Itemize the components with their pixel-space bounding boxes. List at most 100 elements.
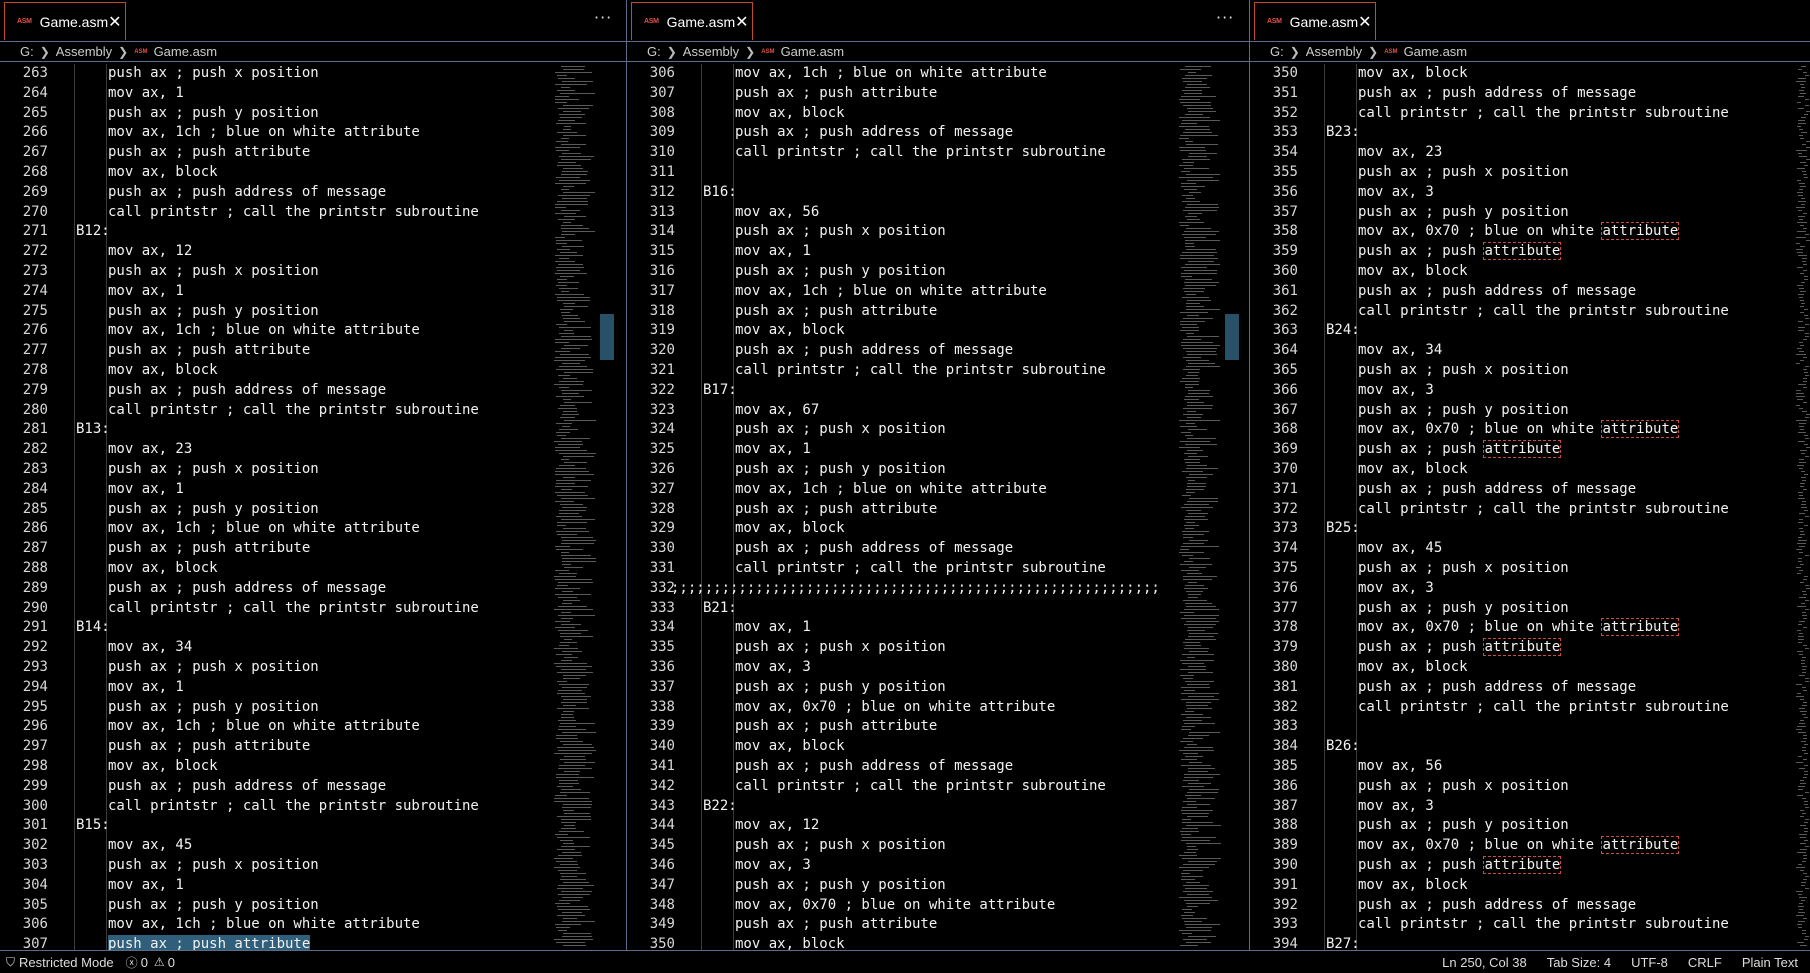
code-line[interactable]: 272 mov ax, 12 — [0, 242, 554, 262]
minimap[interactable] — [1794, 64, 1810, 950]
code-line[interactable]: 393 call printstr ; call the printstr sub… — [1250, 915, 1800, 935]
code-line[interactable]: 360 mov ax, block — [1250, 262, 1800, 282]
code-line[interactable]: 306 mov ax, 1ch ; blue on white attribute — [0, 915, 554, 935]
code-line[interactable]: 318 push ax ; push attribute — [627, 302, 1177, 322]
more-actions-icon[interactable]: ··· — [594, 8, 612, 27]
code-line[interactable]: 282 mov ax, 23 — [0, 440, 554, 460]
code-line[interactable]: 299 push ax ; push address of message — [0, 777, 554, 797]
problems-indicator[interactable]: ⓧ 0 ⚠ 0 — [126, 954, 175, 971]
code-line[interactable]: 297 push ax ; push attribute — [0, 737, 554, 757]
code-line[interactable]: 281 B13: — [0, 420, 554, 440]
code-line[interactable]: 367 push ax ; push y position — [1250, 401, 1800, 421]
code-line[interactable]: 333 B21: — [627, 599, 1177, 619]
code-line[interactable]: 375 push ax ; push x position — [1250, 559, 1800, 579]
code-line[interactable]: 381 push ax ; push address of message — [1250, 678, 1800, 698]
code-line[interactable]: 300 call printstr ; call the printstr sub… — [0, 797, 554, 817]
code-line[interactable]: 340 mov ax, block — [627, 737, 1177, 757]
code-line[interactable]: 273 push ax ; push x position — [0, 262, 554, 282]
code-line[interactable]: 389 mov ax, 0x70 ; blue on white attribut… — [1250, 836, 1800, 856]
code-line[interactable]: 286 mov ax, 1ch ; blue on white attribute — [0, 519, 554, 539]
code-line[interactable]: 357 push ax ; push y position — [1250, 203, 1800, 223]
breadcrumb-drive[interactable]: G: — [1270, 44, 1284, 59]
scrollbar-thumb[interactable] — [1225, 314, 1239, 360]
code-line[interactable]: 373 B25: — [1250, 519, 1800, 539]
code-line[interactable]: 346 mov ax, 3 — [627, 856, 1177, 876]
code-line[interactable]: 334 mov ax, 1 — [627, 618, 1177, 638]
close-icon[interactable]: ✕ — [108, 12, 121, 32]
code-editor[interactable]: 306 mov ax, 1ch ; blue on white attribute… — [627, 64, 1177, 950]
code-line[interactable]: 350 mov ax, block — [627, 935, 1177, 950]
code-line[interactable]: 342 call printstr ; call the printstr sub… — [627, 777, 1177, 797]
code-line[interactable]: 374 mov ax, 45 — [1250, 539, 1800, 559]
code-line[interactable]: 365 push ax ; push x position — [1250, 361, 1800, 381]
code-line[interactable]: 306 mov ax, 1ch ; blue on white attribute — [627, 64, 1177, 84]
restricted-mode-indicator[interactable]: ⛉ Restricted Mode — [6, 955, 114, 970]
minimap[interactable] — [552, 64, 614, 950]
code-line[interactable]: 387 mov ax, 3 — [1250, 797, 1800, 817]
code-line[interactable]: 364 mov ax, 34 — [1250, 341, 1800, 361]
code-line[interactable]: 338 mov ax, 0x70 ; blue on white attribut… — [627, 698, 1177, 718]
code-line[interactable]: 392 push ax ; push address of message — [1250, 896, 1800, 916]
code-line[interactable]: 331 call printstr ; call the printstr sub… — [627, 559, 1177, 579]
code-line[interactable]: 270 call printstr ; call the printstr sub… — [0, 203, 554, 223]
scrollbar-thumb[interactable] — [600, 314, 614, 360]
code-line[interactable]: 311 — [627, 163, 1177, 183]
code-line[interactable]: 308 mov ax, block — [627, 104, 1177, 124]
code-line[interactable]: 385 mov ax, 56 — [1250, 757, 1800, 777]
code-line[interactable]: 336 mov ax, 3 — [627, 658, 1177, 678]
code-line[interactable]: 269 push ax ; push address of message — [0, 183, 554, 203]
code-line[interactable]: 275 push ax ; push y position — [0, 302, 554, 322]
code-line[interactable]: 301 B15: — [0, 816, 554, 836]
close-icon[interactable]: ✕ — [1358, 12, 1371, 32]
tab-game-asm[interactable]: ASM Game.asm ✕ — [1254, 2, 1376, 40]
code-line[interactable]: 372 call printstr ; call the printstr sub… — [1250, 500, 1800, 520]
code-line[interactable]: 335 push ax ; push x position — [627, 638, 1177, 658]
minimap[interactable] — [1177, 64, 1239, 950]
code-line[interactable]: 376 mov ax, 3 — [1250, 579, 1800, 599]
code-line[interactable]: 391 mov ax, block — [1250, 876, 1800, 896]
code-line[interactable]: 288 mov ax, block — [0, 559, 554, 579]
code-line[interactable]: 265 push ax ; push y position — [0, 104, 554, 124]
code-line[interactable]: 329 mov ax, block — [627, 519, 1177, 539]
code-line[interactable]: 390 push ax ; push attribute — [1250, 856, 1800, 876]
code-line[interactable]: 327 mov ax, 1ch ; blue on white attribute — [627, 480, 1177, 500]
code-line[interactable]: 294 mov ax, 1 — [0, 678, 554, 698]
code-line[interactable]: 378 mov ax, 0x70 ; blue on white attribut… — [1250, 618, 1800, 638]
code-line[interactable]: 348 mov ax, 0x70 ; blue on white attribut… — [627, 896, 1177, 916]
code-line[interactable]: 278 mov ax, block — [0, 361, 554, 381]
code-line[interactable]: 339 push ax ; push attribute — [627, 717, 1177, 737]
code-line[interactable]: 368 mov ax, 0x70 ; blue on white attribut… — [1250, 420, 1800, 440]
code-line[interactable]: 277 push ax ; push attribute — [0, 341, 554, 361]
code-line[interactable]: 332;;;;;;;;;;;;;;;;;;;;;;;;;;;;;;;;;;;;;… — [627, 579, 1177, 599]
code-line[interactable]: 307 push ax ; push attribute — [0, 935, 554, 950]
code-line[interactable]: 264 mov ax, 1 — [0, 84, 554, 104]
code-line[interactable]: 326 push ax ; push y position — [627, 460, 1177, 480]
code-line[interactable]: 313 mov ax, 56 — [627, 203, 1177, 223]
line-ending[interactable]: CRLF — [1688, 955, 1722, 970]
code-line[interactable]: 276 mov ax, 1ch ; blue on white attribute — [0, 321, 554, 341]
code-line[interactable]: 283 push ax ; push x position — [0, 460, 554, 480]
code-line[interactable]: 268 mov ax, block — [0, 163, 554, 183]
code-line[interactable]: 386 push ax ; push x position — [1250, 777, 1800, 797]
code-line[interactable]: 377 push ax ; push y position — [1250, 599, 1800, 619]
code-line[interactable]: 325 mov ax, 1 — [627, 440, 1177, 460]
code-line[interactable]: 295 push ax ; push y position — [0, 698, 554, 718]
code-line[interactable]: 382 call printstr ; call the printstr sub… — [1250, 698, 1800, 718]
code-line[interactable]: 352 call printstr ; call the printstr sub… — [1250, 104, 1800, 124]
tab-game-asm[interactable]: ASM Game.asm ✕ — [4, 2, 126, 40]
code-line[interactable]: 350 mov ax, block — [1250, 64, 1800, 84]
code-line[interactable]: 296 mov ax, 1ch ; blue on white attribute — [0, 717, 554, 737]
code-line[interactable]: 263 push ax ; push x position — [0, 64, 554, 84]
code-line[interactable]: 290 call printstr ; call the printstr sub… — [0, 599, 554, 619]
code-line[interactable]: 285 push ax ; push y position — [0, 500, 554, 520]
code-editor[interactable]: 263 push ax ; push x position 264 mov ax, 1… — [0, 64, 554, 950]
code-line[interactable]: 274 mov ax, 1 — [0, 282, 554, 302]
code-line[interactable]: 315 mov ax, 1 — [627, 242, 1177, 262]
code-line[interactable]: 267 push ax ; push attribute — [0, 143, 554, 163]
code-line[interactable]: 337 push ax ; push y position — [627, 678, 1177, 698]
code-line[interactable]: 303 push ax ; push x position — [0, 856, 554, 876]
code-line[interactable]: 356 mov ax, 3 — [1250, 183, 1800, 203]
code-line[interactable]: 384 B26: — [1250, 737, 1800, 757]
code-line[interactable]: 304 mov ax, 1 — [0, 876, 554, 896]
code-line[interactable]: 279 push ax ; push address of message — [0, 381, 554, 401]
